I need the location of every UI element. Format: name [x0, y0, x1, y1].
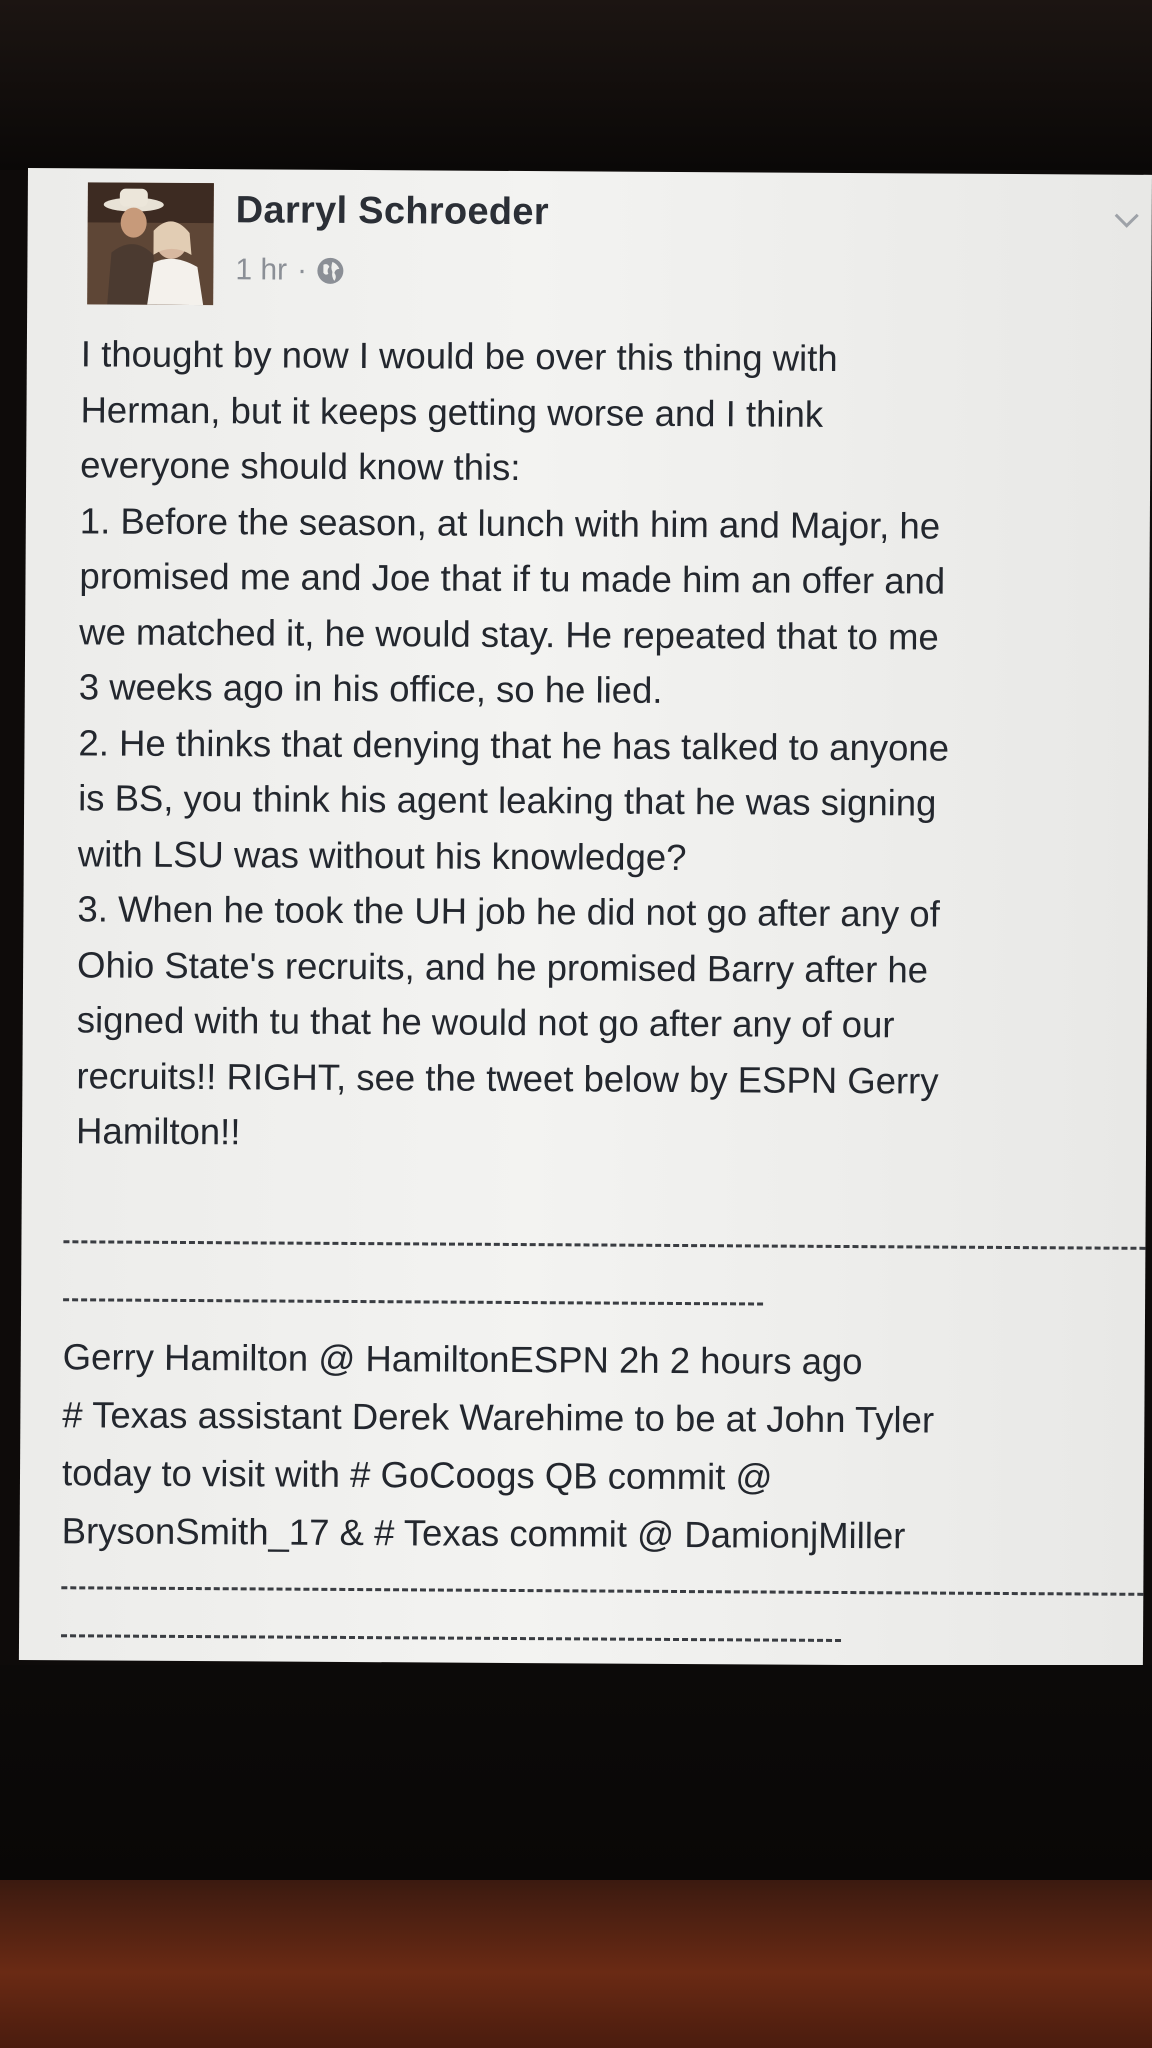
- device-bottom-bezel: [0, 1665, 1152, 1880]
- chevron-down-icon[interactable]: [1112, 205, 1142, 235]
- post-line: promised me and Joe that if tu made him …: [79, 555, 946, 602]
- facebook-post-card: Darryl Schroeder 1 hr · I thought by now…: [18, 168, 1152, 1667]
- post-line: with LSU was without his knowledge?: [77, 832, 687, 878]
- quoted-tweet-text: Gerry Hamilton @ HamiltonESPN 2h 2 hours…: [61, 1328, 1132, 1567]
- dashed-divider: [63, 1298, 764, 1306]
- post-line: Hamilton!!: [75, 1110, 241, 1153]
- post-line: is BS, you think his agent leaking that …: [78, 777, 937, 824]
- author-name[interactable]: Darryl Schroeder: [236, 189, 549, 234]
- post-line: Herman, but it keeps getting worse and I…: [80, 388, 824, 435]
- profile-photo: [87, 182, 214, 306]
- author-avatar[interactable]: [87, 182, 214, 306]
- tweet-line: Gerry Hamilton @ HamiltonESPN 2h 2 hours…: [62, 1336, 863, 1383]
- post-line: Ohio State's recruits, and he promised B…: [77, 943, 929, 991]
- post-line: 1. Before the season, at lunch with him …: [79, 499, 941, 547]
- globe-icon: [317, 257, 344, 284]
- dashed-divider: [63, 1240, 1146, 1250]
- tweet-line: today to visit with # GoCoogs QB commit …: [61, 1452, 773, 1498]
- post-text: I thought by now I would be over this th…: [76, 326, 1141, 1165]
- tweet-line: BrysonSmith_17 & # Texas commit @ Damion…: [61, 1510, 906, 1557]
- dashed-divider: [61, 1586, 1144, 1596]
- post-line: 2. He thinks that denying that he has ta…: [78, 721, 950, 769]
- table-surface: [0, 1880, 1152, 2048]
- post-line: I thought by now I would be over this th…: [80, 333, 838, 379]
- post-line: everyone should know this:: [80, 444, 521, 489]
- post-line: 3. When he took the UH job he did not go…: [77, 888, 940, 935]
- post-line: 3 weeks ago in his office, so he lied.: [78, 666, 663, 711]
- meta-separator: ·: [296, 253, 308, 287]
- post-meta: 1 hr ·: [235, 253, 345, 288]
- tweet-line: # Texas assistant Derek Warehime to be a…: [62, 1394, 935, 1441]
- post-line: recruits!! RIGHT, see the tweet below by…: [76, 1054, 939, 1102]
- post-timestamp[interactable]: 1 hr: [235, 253, 287, 287]
- device-top-bezel: [0, 0, 1152, 170]
- post-line: we matched it, he would stay. He repeate…: [79, 610, 939, 658]
- dashed-divider: [61, 1634, 842, 1642]
- post-line: signed with tu that he would not go afte…: [76, 999, 895, 1046]
